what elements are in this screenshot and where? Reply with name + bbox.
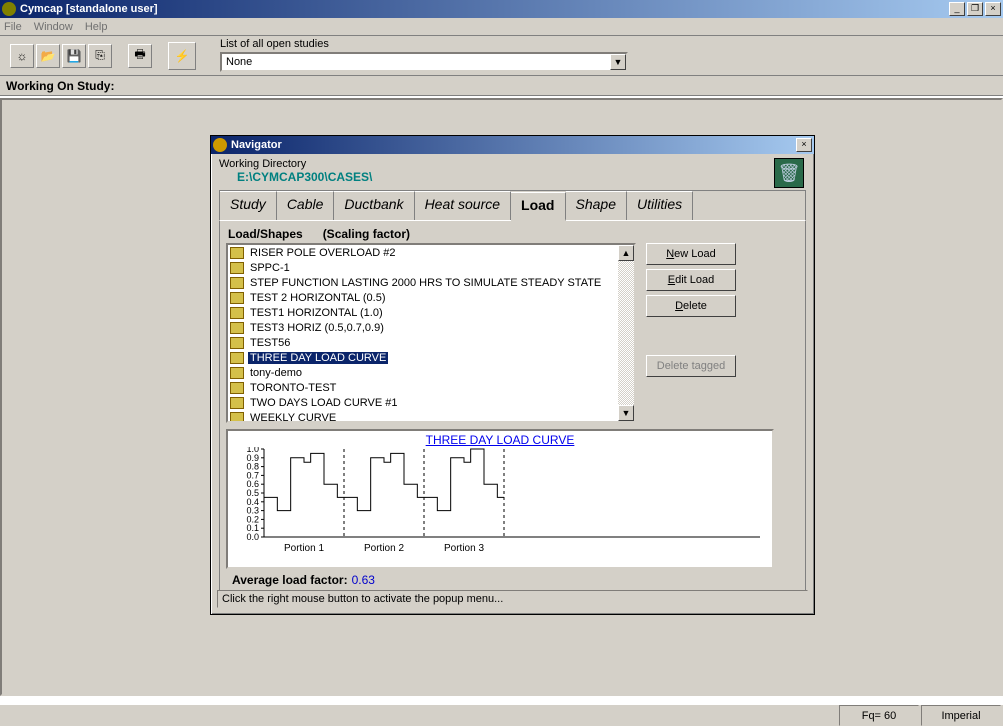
working-directory-label: Working Directory <box>219 158 806 170</box>
load-item-icon <box>230 322 244 334</box>
load-item-icon <box>230 292 244 304</box>
close-button[interactable]: × <box>985 2 1001 16</box>
list-item[interactable]: SPPC-1 <box>228 260 634 275</box>
working-directory-path: E:\CYMCAP300\CASES\ <box>219 170 806 184</box>
toolbar-run-icon[interactable]: ⚡ <box>168 42 196 70</box>
scroll-thumb[interactable] <box>618 261 634 405</box>
list-item[interactable]: TEST3 HORIZ (0.5,0.7,0.9) <box>228 320 634 335</box>
load-item-icon <box>230 412 244 424</box>
load-item-icon <box>230 397 244 409</box>
menu-window[interactable]: Window <box>34 21 73 33</box>
menu-file[interactable]: File <box>4 21 22 33</box>
working-on-study-label: Working On Study: <box>0 76 1003 96</box>
studies-value: None <box>226 56 252 68</box>
load-item-icon <box>230 352 244 364</box>
svg-text:0.5: 0.5 <box>246 488 259 498</box>
new-load-button[interactable]: New Load <box>646 243 736 265</box>
load-item-icon <box>230 307 244 319</box>
chart-title: THREE DAY LOAD CURVE <box>230 433 770 447</box>
list-item[interactable]: TEST1 HORIZONTAL (1.0) <box>228 305 634 320</box>
svg-text:0.7: 0.7 <box>246 470 259 480</box>
toolbar-print-icon[interactable]: 🖶 <box>128 44 152 68</box>
svg-text:1.0: 1.0 <box>246 447 259 454</box>
minimize-button[interactable]: _ <box>949 2 965 16</box>
toolbar-saveas-icon[interactable]: ⎘ <box>88 44 112 68</box>
tab-study[interactable]: Study <box>220 191 277 220</box>
list-item[interactable]: THREE DAY LOAD CURVE <box>228 350 634 365</box>
chevron-down-icon[interactable]: ▼ <box>610 54 626 70</box>
list-item[interactable]: TEST56 <box>228 335 634 350</box>
tab-cable[interactable]: Cable <box>277 191 335 220</box>
tabs: Study Cable Ductbank Heat source Load Sh… <box>219 190 806 220</box>
studies-label: List of all open studies <box>220 38 329 50</box>
tab-panel-load: Load/Shapes(Scaling factor) RISER POLE O… <box>219 220 806 600</box>
svg-text:0.3: 0.3 <box>246 506 259 516</box>
chart-preview: THREE DAY LOAD CURVE 0.00.10.20.30.40.50… <box>226 429 774 569</box>
restore-button[interactable]: ❐ <box>967 2 983 16</box>
svg-text:0.4: 0.4 <box>246 497 259 507</box>
tab-utilities[interactable]: Utilities <box>627 191 693 220</box>
load-item-icon <box>230 337 244 349</box>
toolbar-new-icon[interactable]: ☼ <box>10 44 34 68</box>
avg-load-factor: Average load factor:0.63 <box>226 573 799 587</box>
list-item[interactable]: tony-demo <box>228 365 634 380</box>
tab-load[interactable]: Load <box>511 192 565 221</box>
scroll-up-icon[interactable]: ▲ <box>618 245 634 261</box>
svg-text:0.6: 0.6 <box>246 479 259 489</box>
svg-text:0.2: 0.2 <box>246 514 259 524</box>
load-item-icon <box>230 277 244 289</box>
svg-text:0.0: 0.0 <box>246 532 259 542</box>
toolbar: ☼ 📂 💾 ⎘ 🖶 ⚡ List of all open studies Non… <box>0 36 1003 76</box>
svg-text:0.9: 0.9 <box>246 453 259 463</box>
scroll-down-icon[interactable]: ▼ <box>618 405 634 421</box>
navigator-dialog: Navigator × Working Directory E:\CYMCAP3… <box>210 135 815 615</box>
scrollbar[interactable]: ▲ ▼ <box>618 245 634 421</box>
load-listbox[interactable]: RISER POLE OVERLOAD #2SPPC-1STEP FUNCTIO… <box>226 243 636 423</box>
tab-ductbank[interactable]: Ductbank <box>334 191 414 220</box>
load-item-icon <box>230 382 244 394</box>
tab-shape[interactable]: Shape <box>566 191 627 220</box>
dialog-close-button[interactable]: × <box>796 138 812 152</box>
load-item-icon <box>230 262 244 274</box>
app-titlebar: Cymcap [standalone user] _ ❐ × <box>0 0 1003 18</box>
edit-load-button[interactable]: Edit Load <box>646 269 736 291</box>
delete-tagged-button: Delete tagged <box>646 355 736 377</box>
navigator-icon <box>213 138 227 152</box>
dialog-titlebar: Navigator × <box>211 136 814 154</box>
list-item[interactable]: STEP FUNCTION LASTING 2000 HRS TO SIMULA… <box>228 275 634 290</box>
dialog-statusbar: Click the right mouse button to activate… <box>217 590 808 608</box>
menu-help[interactable]: Help <box>85 21 108 33</box>
studies-dropdown[interactable]: None ▼ <box>220 52 628 72</box>
app-icon <box>2 2 16 16</box>
load-item-icon <box>230 247 244 259</box>
svg-text:0.8: 0.8 <box>246 462 259 472</box>
tab-heat-source[interactable]: Heat source <box>415 191 511 220</box>
list-item[interactable]: TORONTO-TEST <box>228 380 634 395</box>
list-item[interactable]: TEST 2 HORIZONTAL (0.5) <box>228 290 634 305</box>
toolbar-open-icon[interactable]: 📂 <box>36 44 60 68</box>
toolbar-save-icon[interactable]: 💾 <box>62 44 86 68</box>
status-fq: Fq= 60 <box>839 705 919 726</box>
statusbar: Fq= 60 Imperial <box>0 704 1003 726</box>
status-units: Imperial <box>921 705 1001 726</box>
load-item-icon <box>230 367 244 379</box>
list-header: Load/Shapes(Scaling factor) <box>226 227 799 241</box>
svg-text:0.1: 0.1 <box>246 523 259 533</box>
svg-text:Portion 1: Portion 1 <box>284 543 324 554</box>
list-item[interactable]: RISER POLE OVERLOAD #2 <box>228 245 634 260</box>
list-item[interactable]: TWO DAYS LOAD CURVE #1 <box>228 395 634 410</box>
svg-text:Portion 2: Portion 2 <box>364 543 404 554</box>
dialog-title: Navigator <box>231 139 794 151</box>
trash-icon[interactable]: 🗑 <box>774 158 804 188</box>
svg-text:Portion 3: Portion 3 <box>444 543 484 554</box>
list-item[interactable]: WEEKLY CURVE <box>228 410 634 423</box>
app-title: Cymcap [standalone user] <box>20 3 947 15</box>
load-curve-chart: 0.00.10.20.30.40.50.60.70.80.91.0 Portion… <box>230 447 770 555</box>
delete-button[interactable]: Delete <box>646 295 736 317</box>
menubar: File Window Help <box>0 18 1003 36</box>
